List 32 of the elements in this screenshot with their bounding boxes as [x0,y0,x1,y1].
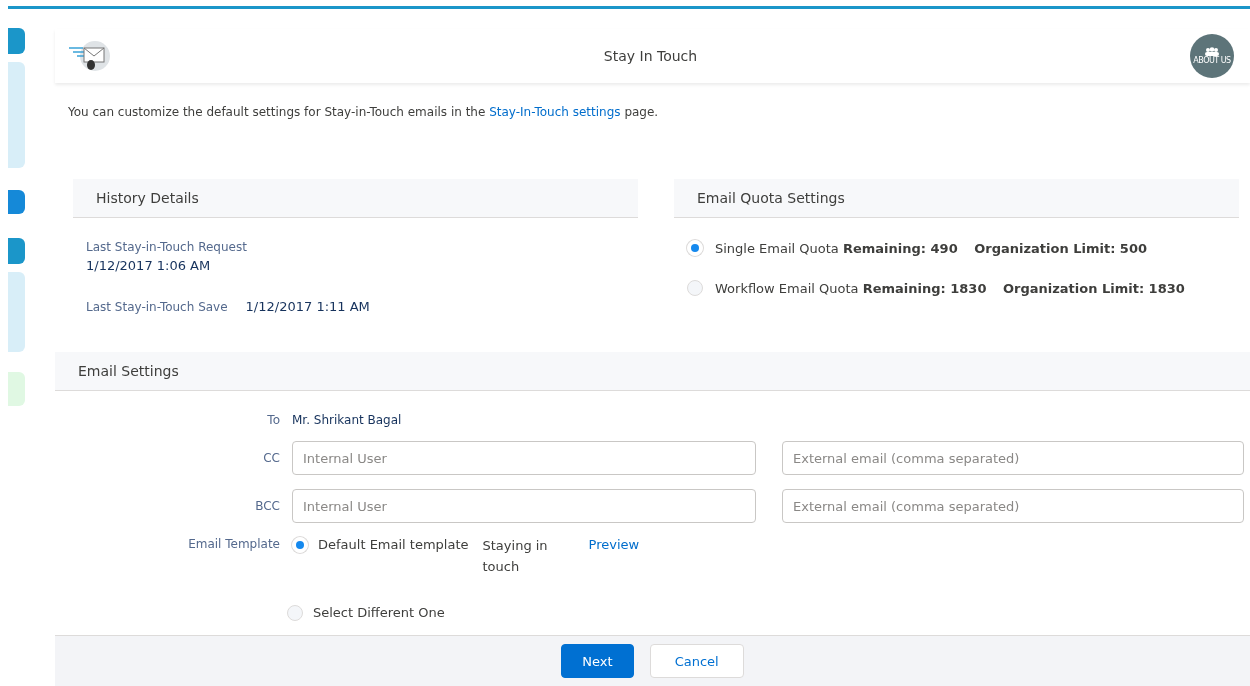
field-value: 1/12/2017 1:06 AM [86,258,212,273]
field-label: Last Stay-in-Touch Save [86,299,228,314]
envelope-icon [67,40,113,72]
input-field[interactable]: External email (comma separated) [782,441,1244,475]
cancel-button[interactable]: Cancel [649,644,744,678]
settings-link[interactable]: Stay-In-Touch settings [489,105,621,119]
preview-link[interactable]: Preview [588,537,640,552]
recipient-name: Mr. Shrikant Bagal [292,413,403,427]
radio-button[interactable] [287,605,303,621]
radio-button[interactable] [687,280,703,296]
quota-text: Single Email Quota Remaining: 490 Organization Limit: 500 [715,240,1147,256]
about-us-badge[interactable]: ABOUT US [1190,34,1234,78]
next-button[interactable]: Next [561,644,634,678]
field-label: To [266,413,280,427]
input-field[interactable]: Internal User [292,489,756,523]
field-label: BCC [254,499,280,513]
quota-text: Workflow Email Quota Remaining: 1830 Organization Limit: 1830 [715,280,1185,296]
field-label: Last Stay-in-Touch Request [86,240,248,254]
section-header: Email Settings [55,352,1250,391]
input-field[interactable]: External email (comma separated) [782,489,1244,523]
radio-label: Select Different One [313,605,445,620]
field-label: CC [262,451,280,465]
intro-text: You can customize the default settings for Stay-in-Touch emails in the Stay-In-Touch settings page. [68,105,660,119]
field-value: 1/12/2017 1:11 AM [245,299,370,314]
section-header: History Details [73,179,638,218]
template-name: Staying in touch [482,537,549,576]
section-header: Email Quota Settings [674,179,1239,218]
sidebar-panel [8,372,25,406]
radio-label: Default Email template [318,537,469,552]
field-label: Email Template [187,537,280,551]
input-field[interactable]: Internal User [292,441,756,475]
page-title: Stay In Touch [602,48,699,64]
